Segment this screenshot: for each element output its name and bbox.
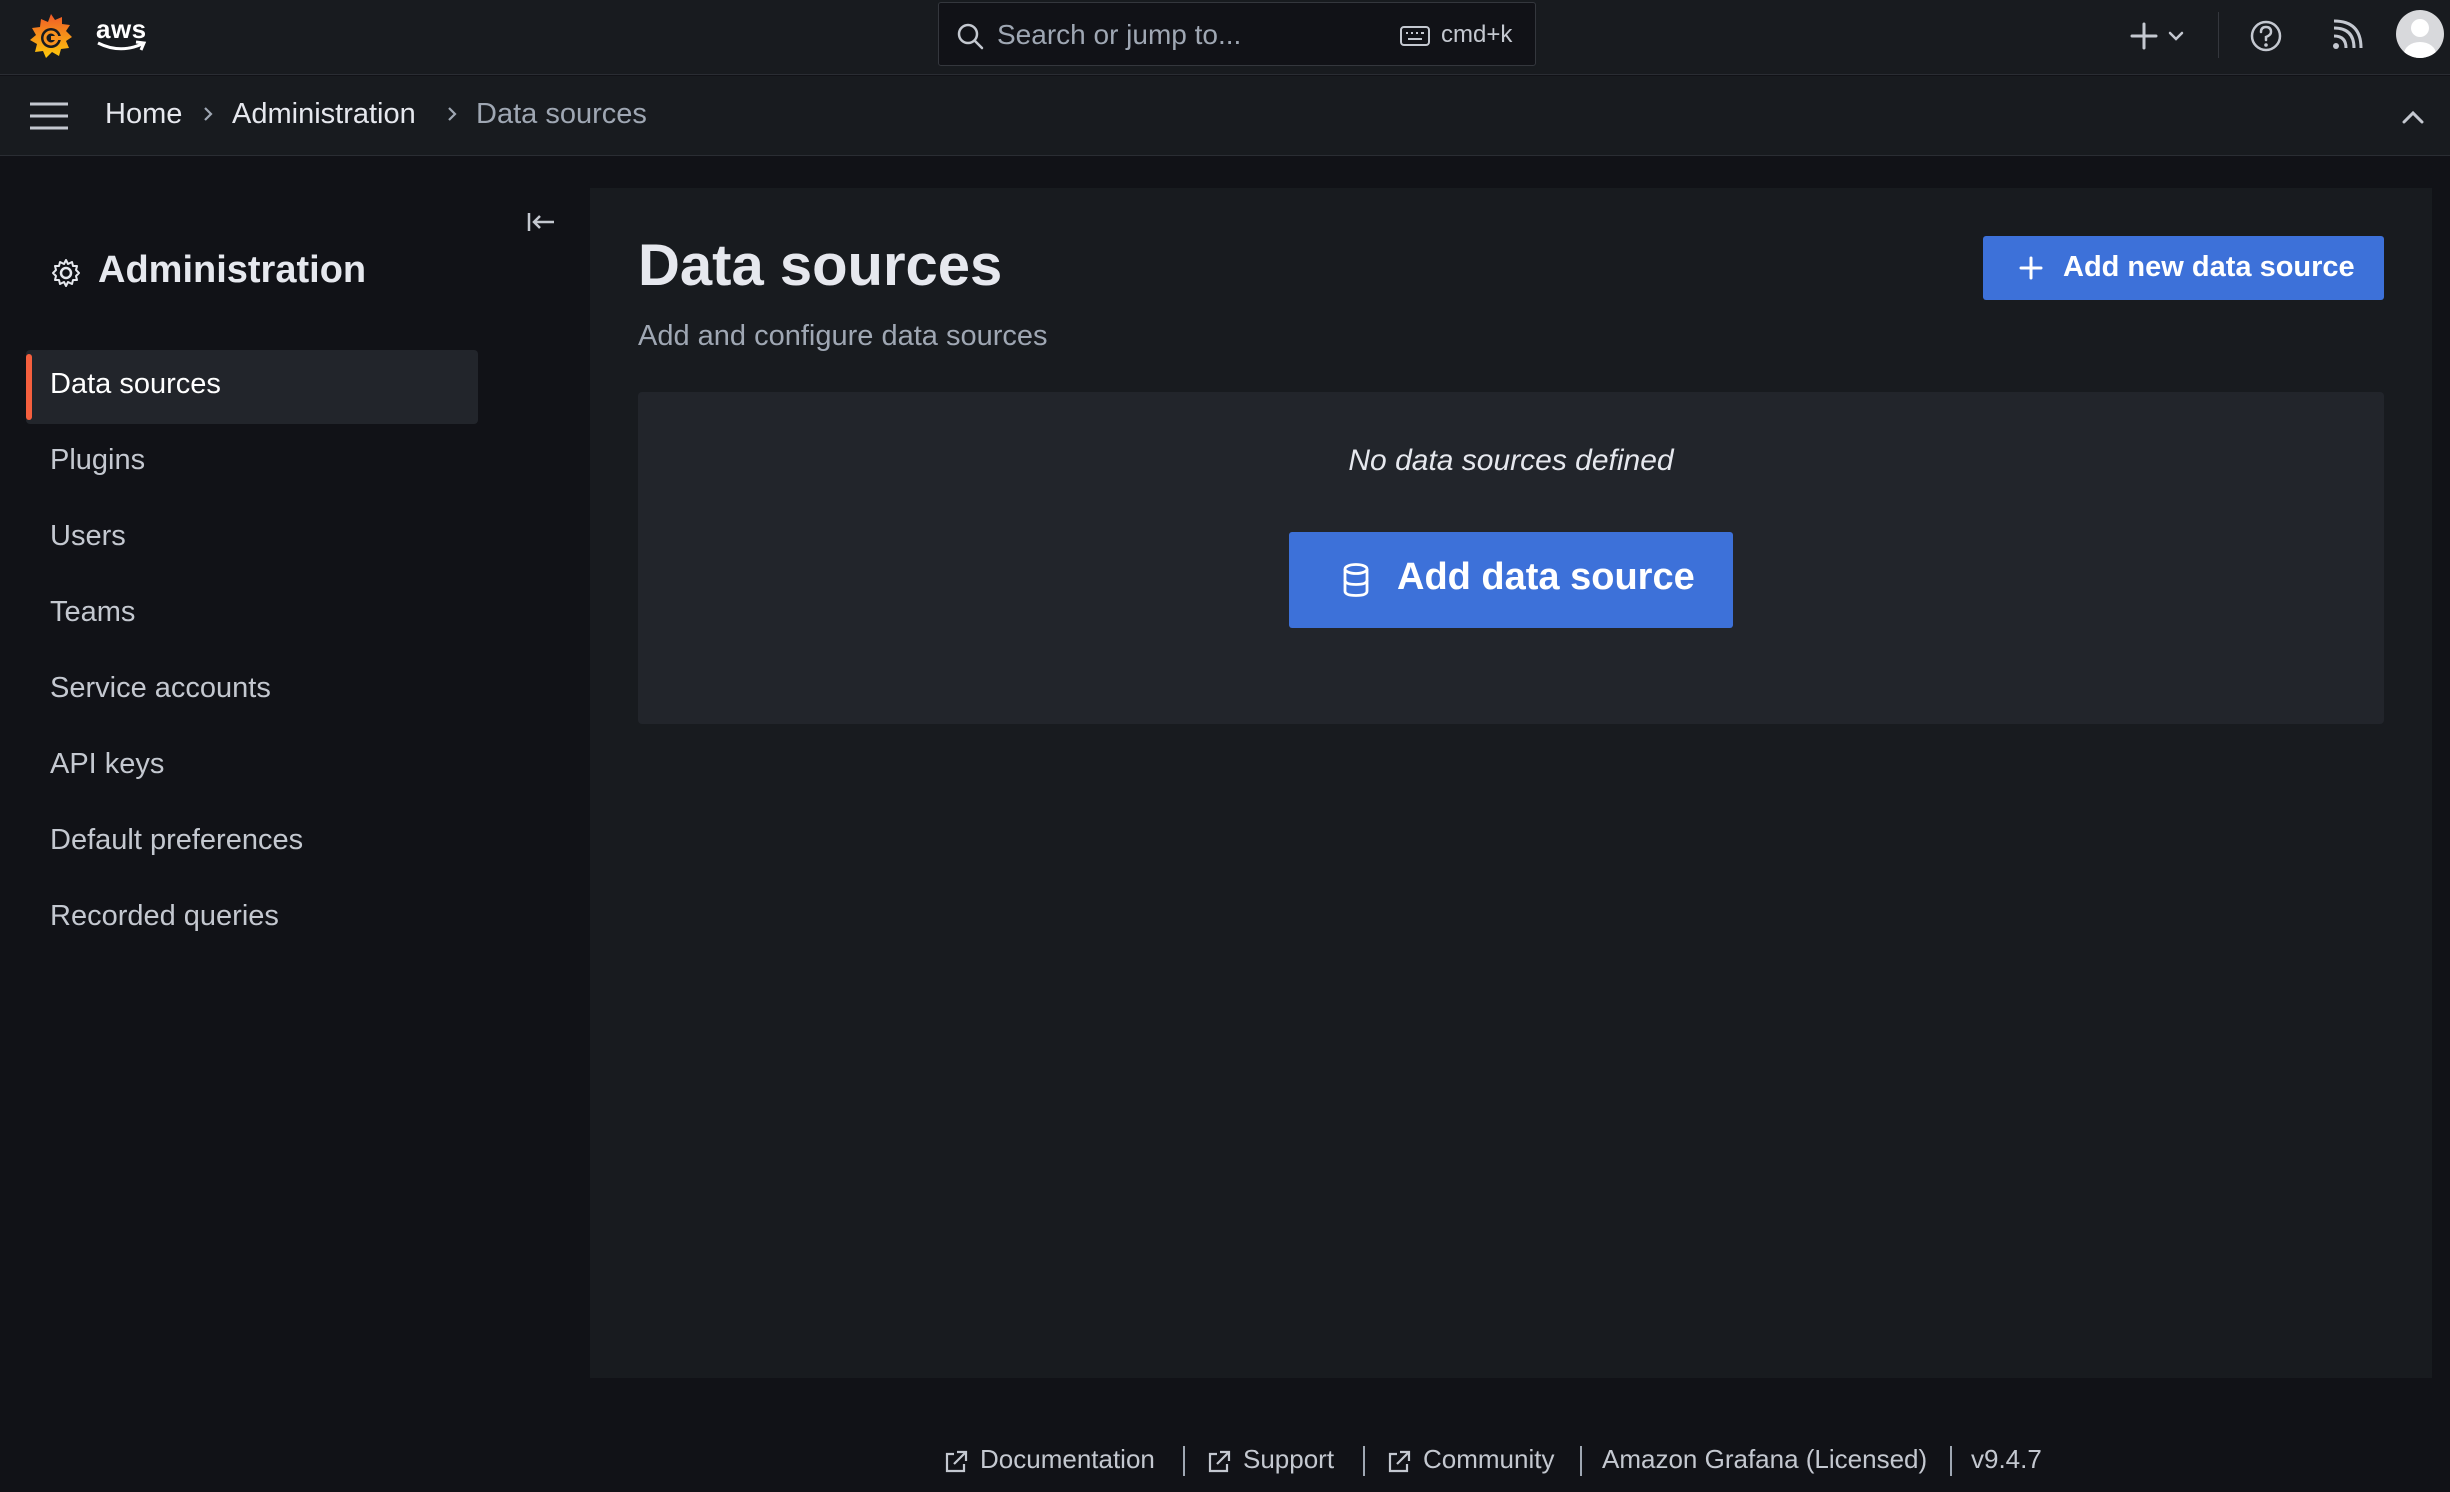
footer: Documentation Support Community Amazon G… [0,1430,2450,1490]
grafana-logo-icon[interactable] [24,10,78,64]
footer-divider [1950,1446,1952,1476]
add-new-data-source-label: Add new data source [2063,251,2355,283]
sidebar-item-service-accounts[interactable]: Service accounts [26,654,478,728]
gear-icon [52,259,80,287]
add-data-source-label: Add data source [1397,556,1695,598]
search-shortcut: cmd+k [1441,21,1513,48]
external-link-icon [1388,1450,1411,1473]
external-link-icon [945,1450,968,1473]
sidebar-item-teams[interactable]: Teams [26,578,478,652]
sidebar-item-plugins[interactable]: Plugins [26,426,478,500]
aws-logo: aws [96,14,152,54]
user-avatar-icon [2404,19,2436,58]
footer-support-link[interactable]: Support [1243,1444,1334,1475]
news-feed-icon[interactable] [2326,16,2366,56]
sidebar-title: Administration [98,249,367,291]
empty-state-card: No data sources defined Add data source [638,392,2384,724]
external-link-icon [1208,1450,1231,1473]
footer-divider [1183,1446,1185,1476]
chevron-right-icon [448,107,457,121]
search-input[interactable]: Search or jump to... cmd+k [938,2,1536,66]
search-placeholder: Search or jump to... [997,19,1242,50]
aws-smile-icon [97,40,147,51]
breadcrumb: Home Administration Data sources [0,76,2450,156]
sidebar-item-recorded-queries[interactable]: Recorded queries [26,882,478,956]
footer-divider [1363,1446,1365,1476]
sidebar-item-data-sources[interactable]: Data sources [26,350,478,424]
plus-icon [2019,256,2043,280]
footer-documentation-link[interactable]: Documentation [980,1444,1155,1475]
add-data-source-button[interactable]: Add data source [1289,532,1733,628]
breadcrumb-current: Data sources [476,98,647,130]
footer-community-link[interactable]: Community [1423,1444,1554,1475]
breadcrumb-administration[interactable]: Administration [232,98,416,131]
sidebar-item-api-keys[interactable]: API keys [26,730,478,804]
page-subtitle: Add and configure data sources [638,320,1048,352]
empty-state-message: No data sources defined [1348,444,1674,477]
chevron-down-icon[interactable] [2166,26,2186,46]
main-panel: Data sources Add and configure data sour… [590,188,2432,1378]
footer-divider [1580,1446,1582,1476]
menu-icon[interactable] [28,98,70,134]
help-icon[interactable] [2246,16,2286,56]
sidebar-item-default-preferences[interactable]: Default preferences [26,806,478,880]
plus-icon[interactable] [2124,16,2164,56]
toolbar-divider [2218,12,2219,58]
chevron-up-icon[interactable] [2398,102,2428,132]
sidebar: Administration Data sources Plugins User… [0,157,590,1397]
user-avatar[interactable] [2396,10,2444,58]
chevron-right-icon [204,107,213,121]
footer-version: v9.4.7 [1971,1444,2042,1474]
search-icon [957,23,984,50]
keyboard-icon [1400,26,1430,46]
top-bar: aws Search or jump to... cmd+k [0,0,2450,75]
database-icon [1343,563,1369,597]
dock-sidebar-icon[interactable] [524,205,558,239]
breadcrumb-home[interactable]: Home [105,98,182,131]
sidebar-item-users[interactable]: Users [26,502,478,576]
add-new-data-source-button[interactable]: Add new data source [1983,236,2384,300]
footer-license: Amazon Grafana (Licensed) [1602,1444,1928,1474]
page-title: Data sources [638,233,1003,298]
